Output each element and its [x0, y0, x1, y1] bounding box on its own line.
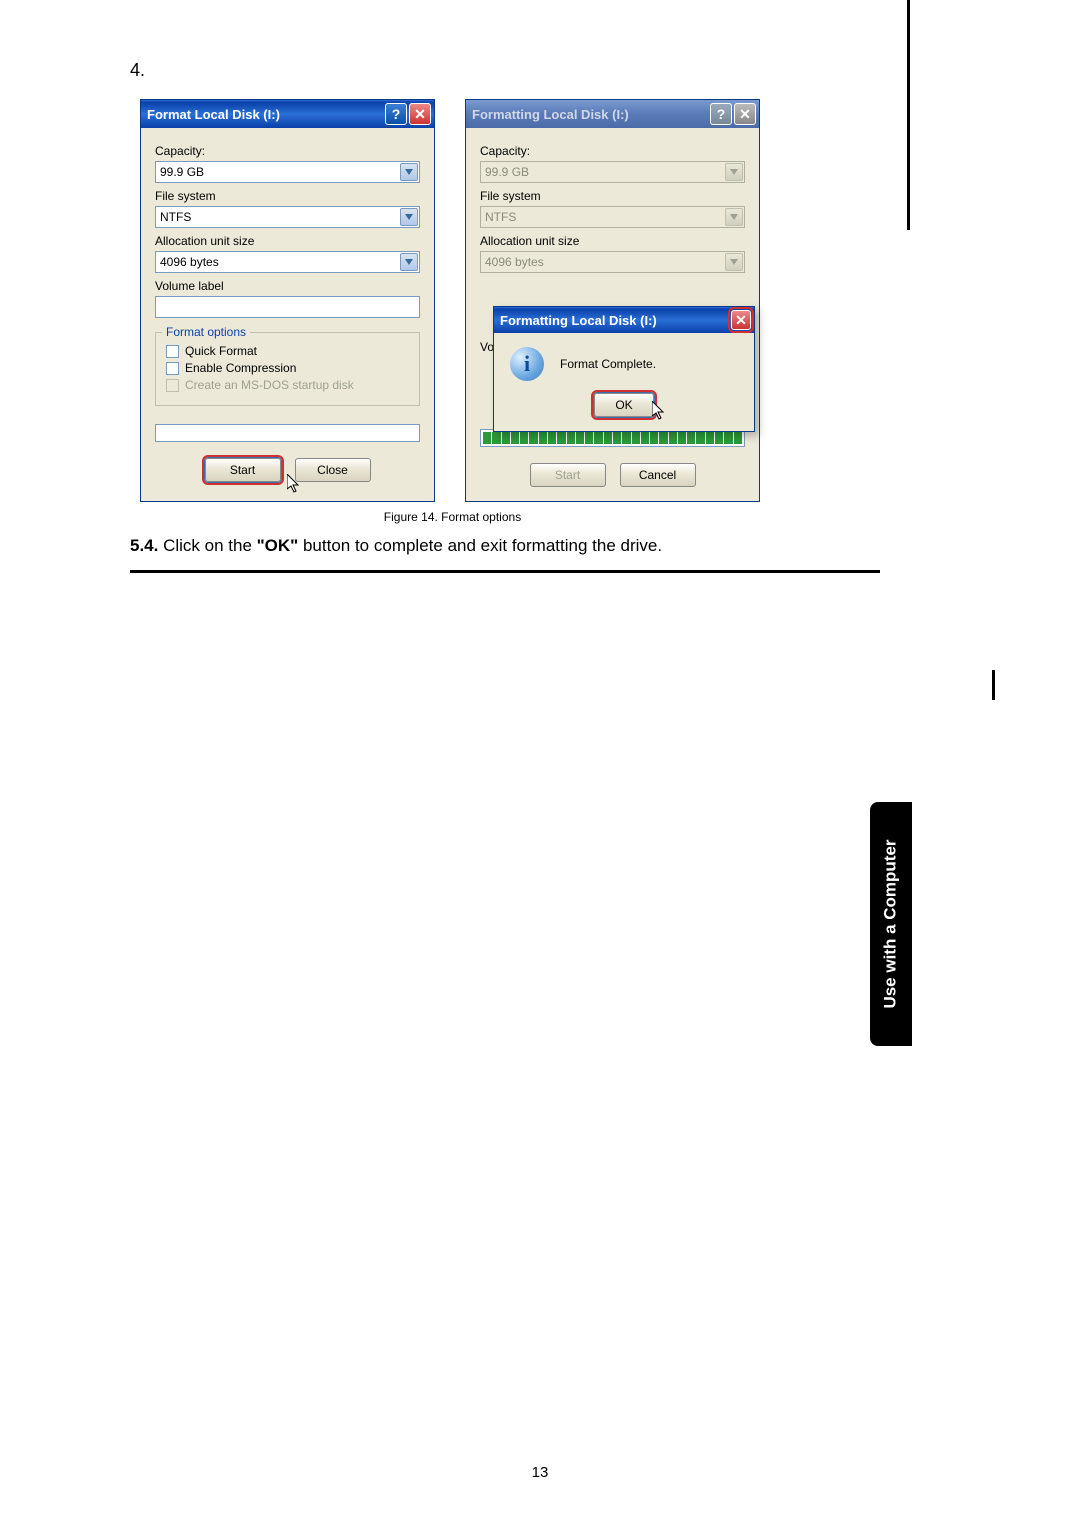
volume-label-partial: Vo — [480, 340, 494, 354]
page-number: 13 — [0, 1464, 1080, 1481]
formatting-dialog: Formatting Local Disk (I:) ? ✕ Capacity:… — [465, 99, 760, 502]
filesystem-label: File system — [480, 189, 745, 203]
filesystem-value: NTFS — [485, 210, 516, 224]
chevron-down-icon — [725, 163, 743, 181]
filesystem-combo: NTFS — [480, 206, 745, 228]
title-text: Format Local Disk (I:) — [147, 107, 280, 122]
cancel-button[interactable]: Cancel — [620, 463, 696, 487]
progress-bar — [155, 424, 420, 442]
chevron-down-icon — [725, 253, 743, 271]
margin-rule-mid — [992, 670, 995, 700]
title-text: Formatting Local Disk (I:) — [500, 313, 657, 328]
close-button[interactable]: ✕ — [409, 103, 431, 125]
start-button: Start — [530, 463, 606, 487]
filesystem-value: NTFS — [160, 210, 191, 224]
chevron-down-icon — [725, 208, 743, 226]
step-number: 4. — [130, 60, 970, 81]
figure-caption: Figure 14. Format options — [130, 510, 775, 524]
chevron-down-icon[interactable] — [400, 253, 418, 271]
alloc-label: Allocation unit size — [155, 234, 420, 248]
help-button[interactable]: ? — [710, 103, 732, 125]
msdos-checkbox — [166, 379, 179, 392]
close-button[interactable]: ✕ — [731, 310, 751, 330]
titlebar: Formatting Local Disk (I:) ? ✕ — [466, 100, 759, 128]
chevron-down-icon[interactable] — [400, 163, 418, 181]
capacity-combo: 99.9 GB — [480, 161, 745, 183]
help-button[interactable]: ? — [385, 103, 407, 125]
ok-button[interactable]: OK — [594, 393, 654, 417]
quick-format-checkbox[interactable] — [166, 345, 179, 358]
msdos-label: Create an MS-DOS startup disk — [185, 378, 354, 392]
capacity-value: 99.9 GB — [485, 165, 529, 179]
titlebar: Formatting Local Disk (I:) ✕ — [494, 307, 754, 333]
alloc-combo[interactable]: 4096 bytes — [155, 251, 420, 273]
format-options-group: Format options Quick Format Enable Compr… — [155, 332, 420, 406]
titlebar: Format Local Disk (I:) ? ✕ — [141, 100, 434, 128]
capacity-combo[interactable]: 99.9 GB — [155, 161, 420, 183]
margin-rule-right — [907, 0, 910, 230]
section-rule — [130, 570, 880, 573]
instruction-text: 5.4. Click on the "OK" button to complet… — [130, 536, 970, 556]
alloc-combo: 4096 bytes — [480, 251, 745, 273]
close-button[interactable]: ✕ — [734, 103, 756, 125]
format-dialog: Format Local Disk (I:) ? ✕ Capacity: 99.… — [140, 99, 435, 502]
capacity-label: Capacity: — [155, 144, 420, 158]
alloc-value: 4096 bytes — [160, 255, 219, 269]
cursor-icon — [287, 474, 303, 494]
message-text: Format Complete. — [560, 357, 656, 371]
format-complete-msgbox: Formatting Local Disk (I:) ✕ i Format Co… — [493, 306, 755, 432]
side-tab: Use with a Computer — [870, 802, 912, 1046]
group-legend: Format options — [162, 325, 250, 339]
filesystem-combo[interactable]: NTFS — [155, 206, 420, 228]
start-button[interactable]: Start — [205, 458, 281, 482]
close-dialog-button[interactable]: Close — [295, 458, 371, 482]
filesystem-label: File system — [155, 189, 420, 203]
cursor-icon — [652, 401, 668, 421]
info-icon: i — [510, 347, 544, 381]
volume-input[interactable] — [155, 296, 420, 318]
alloc-label: Allocation unit size — [480, 234, 745, 248]
title-text: Formatting Local Disk (I:) — [472, 107, 629, 122]
capacity-label: Capacity: — [480, 144, 745, 158]
chevron-down-icon[interactable] — [400, 208, 418, 226]
capacity-value: 99.9 GB — [160, 165, 204, 179]
volume-label: Volume label — [155, 279, 420, 293]
quick-format-label: Quick Format — [185, 344, 257, 358]
alloc-value: 4096 bytes — [485, 255, 544, 269]
compression-label: Enable Compression — [185, 361, 296, 375]
compression-checkbox[interactable] — [166, 362, 179, 375]
